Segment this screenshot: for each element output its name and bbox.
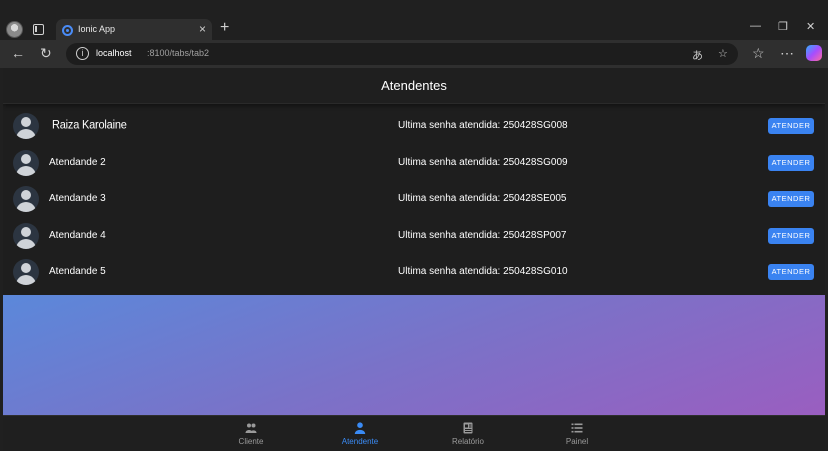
browser-titlebar: Ionic App × + — ❐ ✕ [0, 0, 828, 42]
person-icon [354, 422, 366, 434]
tab-label: Relatório [451, 437, 484, 446]
atender-button[interactable]: ATENDER [768, 154, 814, 171]
minimize-button[interactable]: — [750, 20, 761, 32]
ionic-app: Atendentes Raiza Karolaine Ultima senha … [3, 68, 825, 451]
atender-button[interactable]: ATENDER [768, 118, 814, 134]
attendant-name: Atendande 3 [49, 193, 106, 204]
atender-button[interactable]: ATENDER [768, 264, 814, 280]
tab-cliente[interactable]: Cliente [206, 416, 296, 451]
tab-actions-icon[interactable] [33, 24, 44, 35]
new-tab-button[interactable]: + [220, 19, 229, 37]
tab-relatorio[interactable]: Relatório [423, 416, 513, 451]
list-item: Atendande 2 Ultima senha atendida: 25042… [3, 145, 825, 182]
ionic-favicon-icon [62, 25, 73, 36]
refresh-icon[interactable]: ↻ [40, 45, 52, 62]
page-header: Atendentes [3, 68, 825, 104]
address-bar[interactable]: i localhost :8100/tabs/tab2 あ ☆ [66, 43, 738, 65]
profile-avatar[interactable] [6, 21, 23, 38]
site-info-icon[interactable]: i [76, 47, 89, 60]
tab-atendente[interactable]: Atendente [315, 416, 405, 451]
attendant-name: Atendande 4 [49, 229, 106, 241]
copilot-icon[interactable] [806, 45, 822, 61]
avatar [13, 149, 39, 176]
avatar [13, 186, 39, 212]
collections-icon[interactable]: ☆ [752, 45, 765, 62]
tab-title: Ionic App [78, 24, 116, 34]
restore-button[interactable]: ❐ [778, 20, 788, 33]
last-ticket-text: Ultima senha atendida: 250428SG009 [398, 156, 568, 168]
tab-label: Cliente [238, 437, 264, 446]
last-ticket-text: Ultima senha atendida: 250428SG010 [398, 266, 568, 277]
people-icon [245, 423, 257, 433]
url-host: localhost [96, 48, 132, 58]
tab-label: Atendente [341, 437, 379, 446]
last-ticket-text: Ultima senha atendida: 250428SP007 [398, 229, 567, 241]
browser-toolbar: ← ↻ i localhost :8100/tabs/tab2 あ ☆ ☆ ⋯ [0, 40, 828, 68]
favorite-star-icon[interactable]: ☆ [718, 47, 728, 60]
newspaper-icon [463, 422, 473, 434]
url-path: :8100/tabs/tab2 [147, 48, 210, 58]
list-item: Atendande 4 Ultima senha atendida: 25042… [3, 218, 825, 255]
attendant-name: Raiza Karolaine [52, 118, 127, 132]
list-item: Atendande 5 Ultima senha atendida: 25042… [3, 254, 825, 291]
attendant-name: Atendande 5 [49, 266, 106, 277]
gradient-background [3, 295, 825, 415]
back-icon[interactable]: ← [11, 45, 25, 61]
list-item: Atendande 3 Ultima senha atendida: 25042… [3, 181, 825, 218]
tab-label: Painel [565, 437, 589, 446]
avatar [13, 113, 39, 139]
more-menu-icon[interactable]: ⋯ [780, 45, 794, 62]
last-ticket-text: Ultima senha atendida: 250428SE005 [398, 193, 567, 204]
attendants-list: Raiza Karolaine Ultima senha atendida: 2… [3, 108, 825, 291]
avatar [13, 222, 39, 249]
close-window-button[interactable]: ✕ [806, 20, 815, 33]
page-title: Atendentes [381, 78, 447, 93]
atender-button[interactable]: ATENDER [768, 191, 814, 207]
list-item: Raiza Karolaine Ultima senha atendida: 2… [3, 108, 825, 145]
last-ticket-text: Ultima senha atendida: 250428SG008 [398, 120, 568, 131]
avatar [13, 259, 39, 285]
tab-bar: Cliente Atendente Relatório Painel [3, 415, 825, 451]
tab-painel[interactable]: Painel [532, 416, 622, 451]
tab-close-icon[interactable]: × [199, 22, 206, 36]
attendant-name: Atendande 2 [49, 156, 106, 168]
list-icon [571, 423, 583, 433]
browser-tab[interactable]: Ionic App × [56, 19, 212, 42]
atender-button[interactable]: ATENDER [768, 227, 814, 244]
read-aloud-icon[interactable]: あ [692, 47, 703, 63]
